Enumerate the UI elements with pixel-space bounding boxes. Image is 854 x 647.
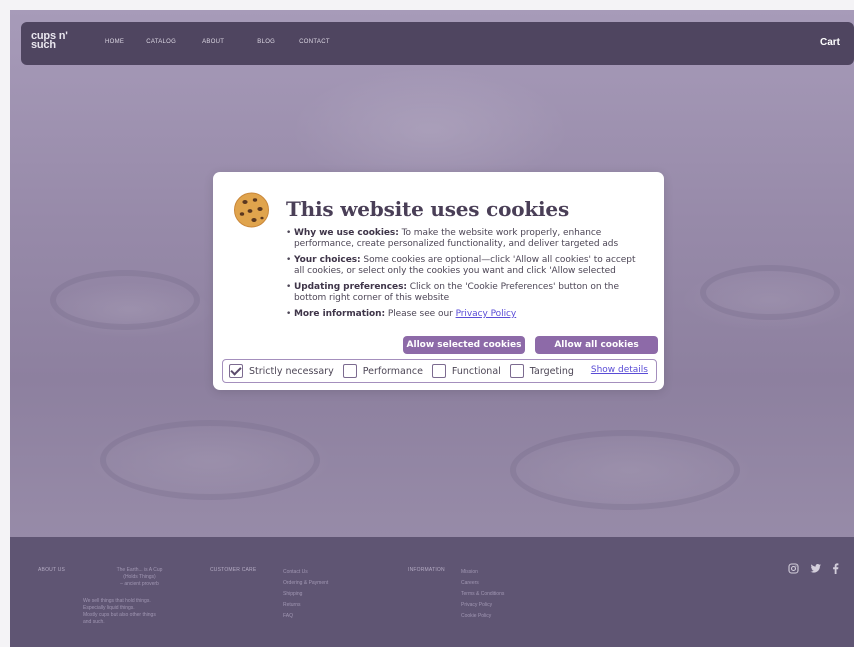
footer-link-contact[interactable]: Contact Us (283, 567, 328, 578)
quote-line: The Earth... is A Cup (116, 567, 163, 573)
cup-shape (50, 270, 200, 330)
top-navbar: cups n' such HOME CATALOG ABOUT BLOG CON… (21, 22, 854, 65)
footer-link-careers[interactable]: Careers (461, 578, 504, 589)
bullet-text: Please see our (385, 309, 456, 319)
footer-link-shipping[interactable]: Shipping (283, 589, 328, 600)
footer-link-ordering[interactable]: Ordering & Payment (283, 578, 328, 589)
footer-link-mission[interactable]: Mission (461, 567, 504, 578)
quote-line: (Holds Things) (123, 574, 156, 580)
about-line: Especially liquid things. (83, 605, 135, 611)
footer-link-privacy[interactable]: Privacy Policy (461, 600, 504, 611)
footer-quote: The Earth... is A Cup (Holds Things) – a… (92, 567, 187, 588)
cup-shape (510, 430, 740, 510)
footer-care-links: Contact Us Ordering & Payment Shipping R… (283, 567, 328, 622)
show-details-link[interactable]: Show details (591, 365, 648, 375)
privacy-policy-link[interactable]: Privacy Policy (456, 309, 517, 319)
cart-link[interactable]: Cart (820, 37, 840, 48)
cookie-consent-dialog: This website uses cookies Why we use coo… (213, 172, 664, 390)
allow-all-cookies-button[interactable]: Allow all cookies (535, 336, 658, 354)
cookie-icon (234, 192, 269, 228)
nav-link-blog[interactable]: BLOG (257, 39, 275, 45)
nav-link-home[interactable]: HOME (105, 39, 124, 45)
cup-shape (700, 265, 840, 320)
targeting-checkbox[interactable] (509, 364, 524, 378)
footer-heading-about: ABOUT US (38, 567, 66, 573)
functional-checkbox[interactable] (431, 364, 446, 378)
cookie-info-list: Why we use cookies: To make the website … (286, 228, 646, 325)
option-targeting[interactable]: Targeting (509, 364, 574, 378)
nav-links: HOME CATALOG ABOUT BLOG CONTACT (105, 39, 330, 45)
bullet-label: Your choices: (294, 255, 361, 265)
list-item: Your choices: Some cookies are optional—… (286, 255, 646, 277)
nav-link-about[interactable]: ABOUT (202, 39, 224, 45)
option-label: Strictly necessary (249, 365, 334, 377)
list-item: Updating preferences: Click on the 'Cook… (286, 282, 646, 304)
bullet-label: Updating preferences: (294, 282, 407, 292)
dialog-title: This website uses cookies (286, 197, 569, 221)
instagram-icon[interactable] (788, 563, 799, 574)
bullet-label: Why we use cookies: (294, 228, 399, 238)
footer-heading-information: INFORMATION (408, 567, 445, 573)
bullet-label: More information: (294, 309, 386, 319)
list-item: More information: Please see our Privacy… (286, 309, 646, 320)
allow-selected-cookies-button[interactable]: Allow selected cookies (403, 336, 525, 354)
option-functional[interactable]: Functional (431, 364, 501, 378)
strictly-necessary-checkbox[interactable] (229, 364, 243, 378)
logo-line-2: such (31, 39, 56, 51)
nav-link-contact[interactable]: CONTACT (299, 39, 330, 45)
footer-link-returns[interactable]: Returns (283, 600, 328, 611)
option-strictly-necessary[interactable]: Strictly necessary (229, 364, 334, 378)
performance-checkbox[interactable] (342, 364, 357, 378)
nav-link-catalog[interactable]: CATALOG (146, 39, 176, 45)
brand-logo[interactable]: cups n' such (31, 31, 68, 51)
option-label: Functional (451, 365, 501, 377)
cookie-options-bar: Strictly necessary Performance Functiona… (222, 359, 657, 383)
footer-info-links: Mission Careers Terms & Conditions Priva… (461, 567, 504, 622)
option-label: Performance (362, 365, 423, 377)
footer-heading-customer-care: CUSTOMER CARE (210, 567, 257, 573)
facebook-icon[interactable] (832, 563, 839, 574)
page: cups n' such HOME CATALOG ABOUT BLOG CON… (10, 10, 854, 647)
footer-link-faq[interactable]: FAQ (283, 611, 328, 622)
footer-about-text: We sell things that hold things. Especia… (83, 598, 156, 626)
cup-shape (100, 420, 320, 500)
option-performance[interactable]: Performance (342, 364, 423, 378)
footer-link-terms[interactable]: Terms & Conditions (461, 589, 504, 600)
footer-link-cookie-policy[interactable]: Cookie Policy (461, 611, 504, 622)
list-item: Why we use cookies: To make the website … (286, 228, 646, 250)
about-line: Mostly cups but also other things (83, 612, 156, 618)
site-footer: ABOUT US The Earth... is A Cup (Holds Th… (10, 537, 854, 647)
option-label: Targeting (529, 365, 574, 377)
quote-line: – ancient proverb (120, 581, 159, 587)
about-line: and such. (83, 619, 105, 625)
about-line: We sell things that hold things. (83, 598, 151, 604)
twitter-icon[interactable] (810, 563, 822, 574)
